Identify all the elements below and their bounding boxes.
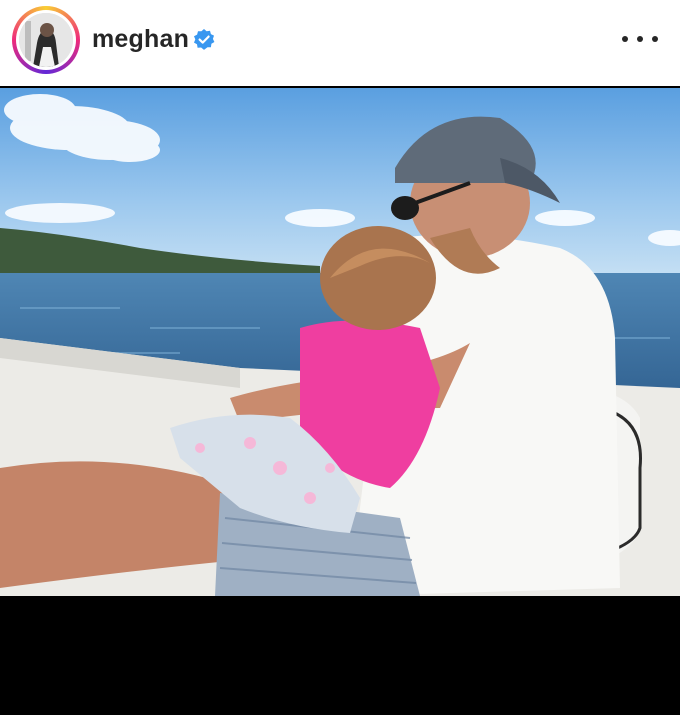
- more-dot: [622, 36, 628, 42]
- more-dot: [637, 36, 643, 42]
- avatar-image: [19, 13, 73, 67]
- avatar[interactable]: [19, 13, 73, 67]
- more-dot: [652, 36, 658, 42]
- avatar-story-ring[interactable]: [12, 6, 80, 74]
- post-header: meghan: [0, 0, 680, 86]
- avatar-border: [16, 10, 76, 70]
- more-options-icon[interactable]: [622, 26, 658, 52]
- post-photo-illustration: [0, 88, 680, 596]
- post-username[interactable]: meghan: [92, 25, 189, 54]
- verified-badge-icon: [194, 29, 215, 50]
- post-photo[interactable]: [0, 88, 680, 596]
